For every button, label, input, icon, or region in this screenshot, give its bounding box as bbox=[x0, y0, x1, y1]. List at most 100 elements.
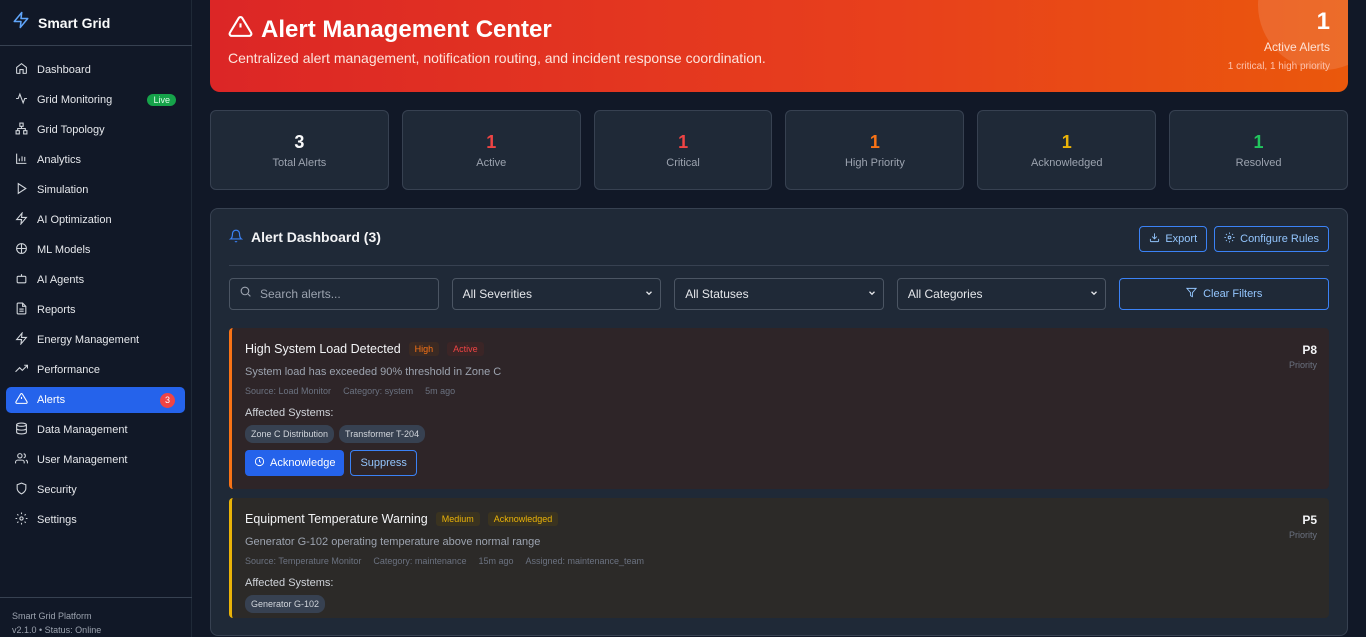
sidebar-item-user-management[interactable]: User Management bbox=[6, 447, 185, 473]
download-icon bbox=[1149, 232, 1160, 246]
sidebar-item-label: AI Optimization bbox=[37, 214, 112, 226]
sidebar-item-settings[interactable]: Settings bbox=[6, 507, 185, 533]
priority-value: P8 bbox=[1302, 343, 1317, 357]
stat-value: 1 bbox=[486, 131, 497, 152]
alert-priority: P8 Priority bbox=[1289, 343, 1317, 370]
stat-card-total: 3 Total Alerts bbox=[210, 110, 389, 190]
acknowledge-button[interactable]: Acknowledge bbox=[245, 450, 345, 476]
shield-icon bbox=[15, 482, 28, 498]
platform-status: v2.1.0 • Status: Online bbox=[12, 625, 102, 635]
alert-time: 15m ago bbox=[478, 556, 514, 566]
sidebar-item-grid-topology[interactable]: Grid Topology bbox=[6, 117, 185, 143]
severity-badge: Medium bbox=[435, 512, 480, 526]
system-chip: Transformer T-204 bbox=[339, 425, 426, 443]
chevron-down-icon bbox=[1089, 287, 1099, 301]
search-input[interactable] bbox=[260, 287, 430, 301]
stat-card-acknowledged: 1 Acknowledged bbox=[977, 110, 1157, 190]
trending-up-icon bbox=[15, 362, 28, 378]
stat-card-active: 1 Active bbox=[401, 110, 581, 190]
zap-icon bbox=[12, 11, 30, 34]
sidebar-item-dashboard[interactable]: Dashboard bbox=[6, 57, 185, 83]
gear-icon bbox=[15, 512, 28, 528]
stat-card-resolved: 1 Resolved bbox=[1169, 110, 1348, 190]
clear-filters-button[interactable]: Clear Filters bbox=[1119, 278, 1329, 310]
sidebar-item-energy-management[interactable]: Energy Management bbox=[6, 327, 185, 353]
sidebar-item-ai-optimization[interactable]: AI Optimization bbox=[6, 207, 185, 233]
sidebar-item-label: Dashboard bbox=[37, 64, 91, 76]
zap-icon bbox=[15, 331, 28, 348]
alert-source: Source: Load Monitor bbox=[245, 386, 332, 396]
database-icon bbox=[15, 422, 28, 438]
active-alerts-label: Active Alerts bbox=[1263, 40, 1330, 54]
search-icon bbox=[239, 285, 252, 303]
alert-description: System load has exceeded 90% threshold i… bbox=[245, 366, 502, 378]
chevron-down-icon bbox=[867, 287, 877, 301]
severity-select[interactable]: All Severities bbox=[451, 278, 662, 310]
status-select[interactable]: All Statuses bbox=[674, 278, 884, 310]
alert-card[interactable]: Equipment Temperature Warning Medium Ack… bbox=[229, 498, 1329, 618]
stat-value: 1 bbox=[678, 131, 689, 152]
alert-title-row: Equipment Temperature Warning Medium Ack… bbox=[245, 512, 559, 526]
home-icon bbox=[15, 62, 28, 78]
page-subtitle: Centralized alert management, notificati… bbox=[228, 50, 766, 66]
alert-time: 5m ago bbox=[425, 386, 456, 396]
stat-label: Resolved bbox=[1235, 156, 1282, 169]
sidebar-item-label: Alerts bbox=[37, 394, 66, 406]
stat-value: 1 bbox=[1253, 131, 1264, 152]
configure-rules-label: Configure Rules bbox=[1240, 233, 1319, 245]
sidebar-item-label: Security bbox=[37, 484, 77, 496]
suppress-button[interactable]: Suppress bbox=[350, 450, 417, 476]
sidebar-item-grid-monitoring[interactable]: Grid Monitoring Live bbox=[6, 87, 185, 113]
activity-icon bbox=[15, 92, 28, 108]
play-icon bbox=[15, 182, 28, 198]
stat-value: 3 bbox=[294, 131, 305, 152]
users-icon bbox=[15, 452, 29, 468]
sidebar-item-performance[interactable]: Performance bbox=[6, 357, 185, 383]
brand[interactable]: Smart Grid bbox=[0, 0, 192, 46]
sidebar-item-ai-agents[interactable]: AI Agents bbox=[6, 267, 185, 293]
clear-filters-label: Clear Filters bbox=[1203, 288, 1263, 300]
alert-card[interactable]: High System Load Detected High Active Sy… bbox=[229, 328, 1329, 489]
affected-systems-label: Affected Systems: bbox=[245, 577, 334, 589]
export-label: Export bbox=[1165, 233, 1198, 245]
acknowledge-label: Acknowledge bbox=[270, 457, 336, 469]
sidebar-item-security[interactable]: Security bbox=[6, 477, 185, 503]
stat-value: 1 bbox=[869, 131, 880, 152]
priority-label: Priority bbox=[1288, 530, 1317, 540]
sidebar-item-data-management[interactable]: Data Management bbox=[6, 417, 185, 443]
sidebar-item-analytics[interactable]: Analytics bbox=[6, 147, 185, 173]
alert-meta: Source: Temperature Monitor Category: ma… bbox=[245, 556, 644, 566]
page-title-text: Alert Management Center bbox=[261, 16, 552, 43]
sidebar-item-simulation[interactable]: Simulation bbox=[6, 177, 185, 203]
alert-count-badge: 3 bbox=[160, 392, 175, 408]
clock-icon bbox=[254, 456, 265, 470]
alert-priority: P5 Priority bbox=[1289, 513, 1317, 540]
alert-stats: 3 Total Alerts 1 Active 1 Critical 1 Hig… bbox=[210, 110, 1348, 190]
stat-card-critical: 1 Critical bbox=[593, 110, 773, 190]
status-badge: Active bbox=[447, 342, 484, 356]
sidebar-item-ml-models[interactable]: ML Models bbox=[6, 237, 185, 263]
category-select[interactable]: All Categories bbox=[896, 278, 1107, 310]
alert-actions: Acknowledge Suppress bbox=[245, 450, 417, 476]
export-button[interactable]: Export bbox=[1139, 226, 1208, 252]
bell-icon bbox=[228, 229, 244, 246]
stat-label: Total Alerts bbox=[272, 156, 327, 169]
sidebar-item-alerts[interactable]: Alerts 3 bbox=[6, 387, 185, 413]
severity-badge: High bbox=[408, 342, 440, 356]
status-badge: Acknowledged bbox=[487, 512, 559, 526]
live-badge: Live bbox=[147, 94, 176, 106]
alert-assigned: Assigned: maintenance_team bbox=[525, 556, 645, 566]
priority-label: Priority bbox=[1288, 360, 1317, 370]
alert-dashboard-header: Alert Dashboard (3) Export Configure Rul… bbox=[228, 209, 1329, 266]
stat-label: Critical bbox=[666, 156, 700, 169]
affected-systems: Zone C Distribution Transformer T-204 bbox=[245, 425, 426, 443]
sidebar-item-reports[interactable]: Reports bbox=[6, 297, 185, 323]
sidebar-nav: Dashboard Grid Monitoring Live Grid Topo… bbox=[0, 57, 191, 533]
stat-label: Acknowledged bbox=[1030, 156, 1103, 169]
filter-icon bbox=[1185, 287, 1198, 301]
affected-systems: Generator G-102 bbox=[245, 595, 326, 613]
alert-triangle-icon bbox=[15, 392, 28, 408]
configure-rules-button[interactable]: Configure Rules bbox=[1214, 226, 1329, 252]
affected-systems-label: Affected Systems: bbox=[245, 407, 334, 419]
category-select-value: All Categories bbox=[907, 287, 983, 301]
